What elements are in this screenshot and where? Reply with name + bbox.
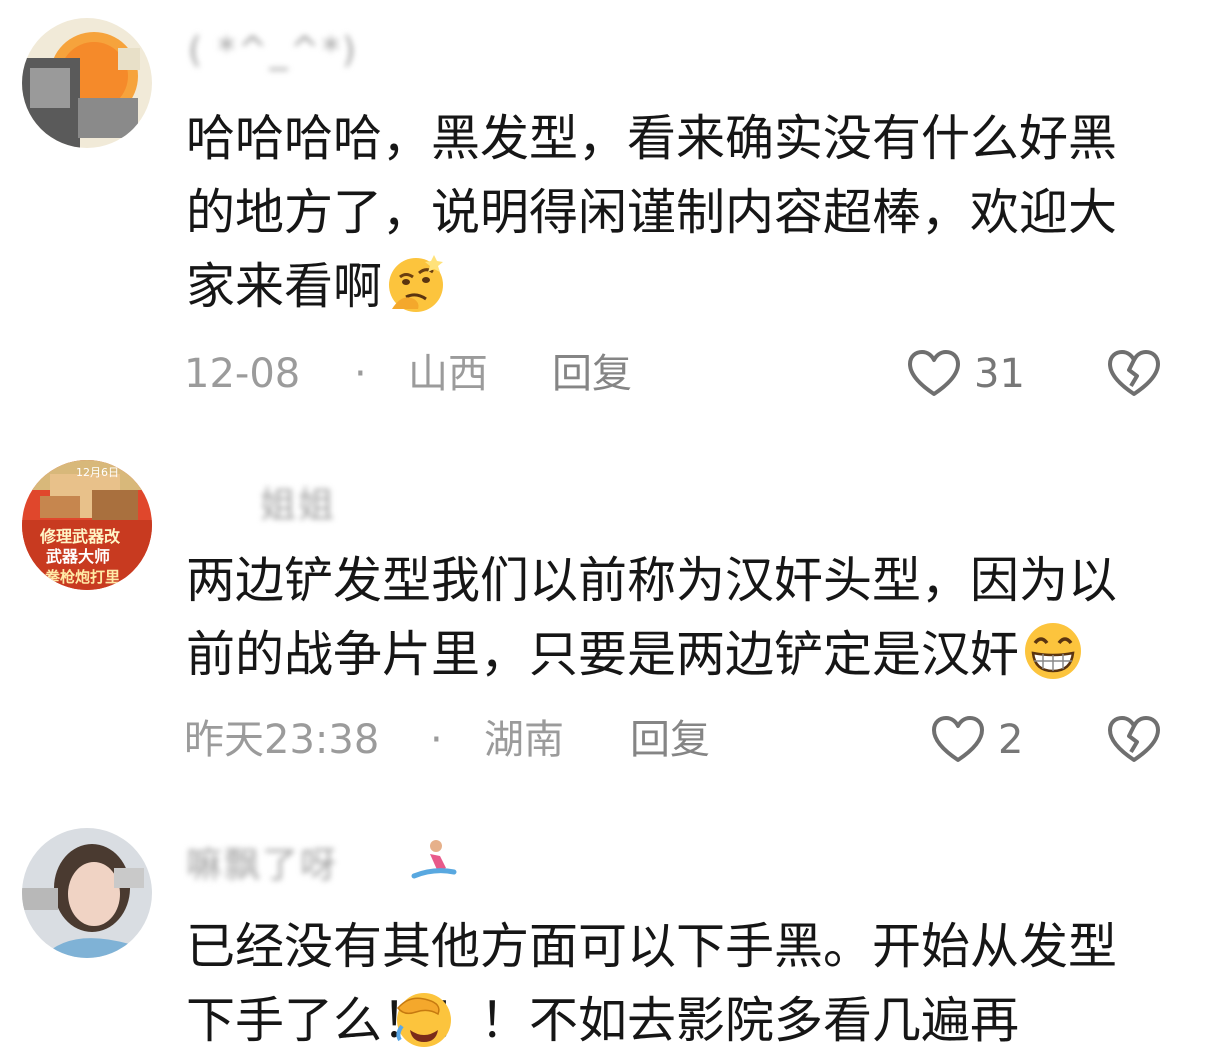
reply-button[interactable]: 回复 — [630, 712, 710, 768]
avatar-text: 武器大师 — [46, 547, 110, 566]
comment-text-line: 下手了么！！！不如去影院多看几遍再 — [186, 984, 1186, 1058]
smirking-thinking-face-icon — [389, 255, 444, 312]
avatar[interactable] — [22, 828, 152, 958]
comment-meta: 12-08 · 山西 回复 31 — [184, 346, 1174, 402]
avatar-text: 一拳枪炮打里 — [30, 568, 120, 586]
like-count: 31 — [974, 351, 1025, 397]
meta-separator: · — [354, 351, 367, 397]
comment-text-fragment: 前的战争片里，只要是两边铲定是汉奸 — [186, 626, 1020, 683]
heart-icon[interactable] — [906, 348, 962, 400]
facepalm-face-icon — [396, 993, 451, 1047]
avatar[interactable] — [22, 18, 152, 148]
comment-text-fragment: 家来看啊 — [186, 258, 383, 315]
comment-date: 12-08 — [184, 351, 301, 397]
meta-separator: · — [430, 717, 443, 763]
comment-meta: 昨天23:38 · 湖南 回复 2 — [184, 712, 1174, 768]
username[interactable]: ( *^_^*) — [188, 30, 358, 90]
reply-button[interactable]: 回复 — [552, 346, 632, 402]
avatar-text: 修理武器改 — [39, 527, 121, 546]
dislike-broken-heart-icon[interactable] — [1106, 348, 1162, 400]
comment-location: 湖南 — [484, 717, 564, 763]
like-count: 2 — [998, 717, 1024, 763]
comment-text-line: 前的战争片里，只要是两边铲定是汉奸 — [186, 618, 1186, 692]
dislike-broken-heart-icon[interactable] — [1106, 714, 1162, 766]
comment-text: 哈哈哈哈，黑发型，看来确实没有什么好黑 的地方了，说明得闲谨制内容超棒，欢迎大 … — [186, 102, 1186, 324]
comment-text-line: 两边铲发型我们以前称为汉奸头型，因为以 — [186, 552, 1118, 609]
username[interactable]: 嘛飘了呀 — [186, 836, 338, 896]
avatar[interactable]: 12月6日 修理武器改 武器大师 一拳枪炮打里 — [22, 460, 152, 590]
username-text: 嘛飘了呀 — [186, 845, 339, 886]
snowboarder-icon — [411, 840, 457, 879]
comment-text-line: 哈哈哈哈，黑发型，看来确实没有什么好黑 — [186, 110, 1118, 167]
comment-text: 已经没有其他方面可以下手黑。开始从发型 下手了么！！！不如去影院多看几遍再 — [186, 910, 1186, 1058]
comment-text-line: 家来看啊 — [186, 250, 1186, 324]
comment-text-line: 已经没有其他方面可以下手黑。开始从发型 — [186, 918, 1118, 975]
comment-text-line: 的地方了，说明得闲谨制内容超棒，欢迎大 — [186, 184, 1118, 241]
comment-text-fragment: 下手了么！！！不如去影院多看几遍再 — [186, 992, 1020, 1049]
comment-location: 山西 — [408, 351, 488, 397]
avatar-text: 12月6日 — [76, 466, 119, 479]
username[interactable]: 姐姐 — [260, 476, 336, 536]
grinning-teeth-face-icon — [1025, 623, 1082, 679]
comment-text: 两边铲发型我们以前称为汉奸头型，因为以 前的战争片里，只要是两边铲定是汉奸 — [186, 544, 1186, 692]
heart-icon[interactable] — [930, 714, 986, 766]
comment-date: 昨天23:38 — [184, 717, 380, 763]
